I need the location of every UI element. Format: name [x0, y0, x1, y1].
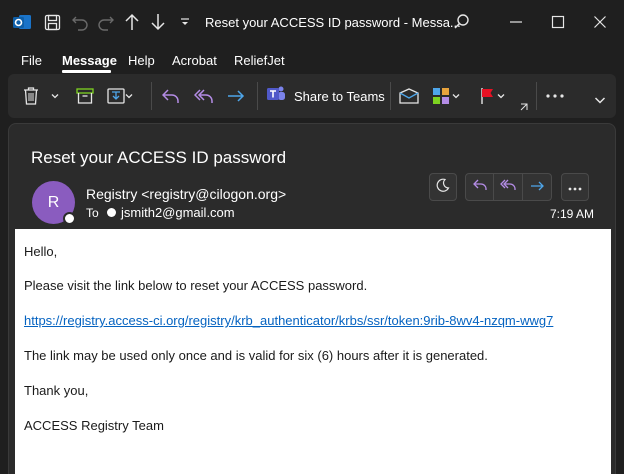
message-body: Hello, Please visit the link below to re… [15, 229, 611, 474]
collapse-icon[interactable] [592, 92, 608, 108]
dark-mode-button[interactable] [429, 173, 457, 201]
ribbon-separator [390, 82, 391, 110]
redo-icon[interactable] [96, 12, 116, 32]
recipient[interactable]: jsmith2@gmail.com [121, 205, 235, 220]
down-arrow-icon[interactable] [148, 12, 168, 32]
ribbon: Share to Teams [8, 74, 616, 118]
reply-button[interactable] [466, 174, 495, 200]
reply-icon [472, 178, 487, 196]
up-arrow-icon[interactable] [122, 12, 142, 32]
presence-indicator [63, 212, 76, 225]
more-icon[interactable] [544, 84, 566, 108]
to-label: To [86, 206, 99, 220]
body-line-2: The link may be used only once and is va… [24, 348, 488, 363]
title-bar: Reset your ACCESS ID password - Messa... [0, 0, 624, 46]
window-title: Reset your ACCESS ID password - Messa... [205, 15, 461, 30]
search-icon[interactable] [450, 10, 474, 34]
ribbon-separator [536, 82, 537, 110]
active-tab-indicator [62, 70, 111, 73]
menu-file[interactable]: File [21, 53, 42, 68]
share-to-teams-label: Share to Teams [294, 88, 385, 104]
delete-icon[interactable] [20, 84, 42, 108]
body-signature: ACCESS Registry Team [24, 418, 164, 433]
menu-help[interactable]: Help [128, 53, 155, 68]
more-actions-button[interactable] [561, 173, 589, 201]
recipient-presence [107, 208, 116, 217]
message-time: 7:19 AM [550, 207, 595, 221]
message-subject: Reset your ACCESS ID password [31, 148, 287, 167]
menu-reliefjet[interactable]: ReliefJet [234, 53, 285, 68]
customize-icon[interactable] [175, 12, 195, 32]
minimize-icon[interactable] [504, 10, 528, 34]
undo-icon[interactable] [70, 12, 90, 32]
forward-icon[interactable] [225, 84, 247, 108]
body-line-1: Please visit the link below to reset you… [24, 278, 368, 293]
teams-icon [266, 85, 286, 108]
mark-unread-icon[interactable] [398, 84, 420, 108]
close-icon[interactable] [588, 10, 612, 34]
forward-icon [530, 178, 544, 196]
reset-password-link[interactable]: https://registry.access-ci.org/registry/… [24, 313, 553, 328]
archive-icon[interactable] [74, 84, 96, 108]
menu-message[interactable]: Message [62, 53, 117, 68]
sender[interactable]: Registry <registry@cilogon.org> [86, 186, 286, 202]
move-icon[interactable] [106, 84, 134, 108]
body-closing: Thank you, [24, 383, 89, 398]
menu-acrobat[interactable]: Acrobat [172, 53, 217, 68]
reading-pane: Reset your ACCESS ID password R Registry… [8, 123, 616, 474]
more-icon [568, 178, 582, 196]
forward-button[interactable] [523, 174, 551, 200]
ribbon-separator [257, 82, 258, 110]
reply-actions [465, 173, 552, 201]
menu-bar: File Message Help Acrobat ReliefJet [0, 46, 624, 72]
ribbon-separator [151, 82, 152, 110]
categorize-icon[interactable] [431, 84, 463, 108]
flag-icon[interactable] [478, 84, 510, 108]
dark-mode-icon [436, 178, 450, 197]
reply-all-icon [500, 178, 516, 196]
reply-icon[interactable] [160, 84, 182, 108]
delete-dropdown-icon[interactable] [48, 84, 62, 108]
reply-all-icon[interactable] [192, 84, 216, 108]
reply-all-button[interactable] [494, 174, 523, 200]
avatar-initial: R [47, 193, 60, 211]
save-icon[interactable] [42, 12, 62, 32]
body-greeting: Hello, [24, 244, 58, 259]
share-to-teams-button[interactable]: Share to Teams [266, 84, 388, 108]
ribbon-expand-icon[interactable] [518, 102, 530, 112]
outlook-icon [12, 12, 32, 32]
maximize-icon[interactable] [546, 10, 570, 34]
